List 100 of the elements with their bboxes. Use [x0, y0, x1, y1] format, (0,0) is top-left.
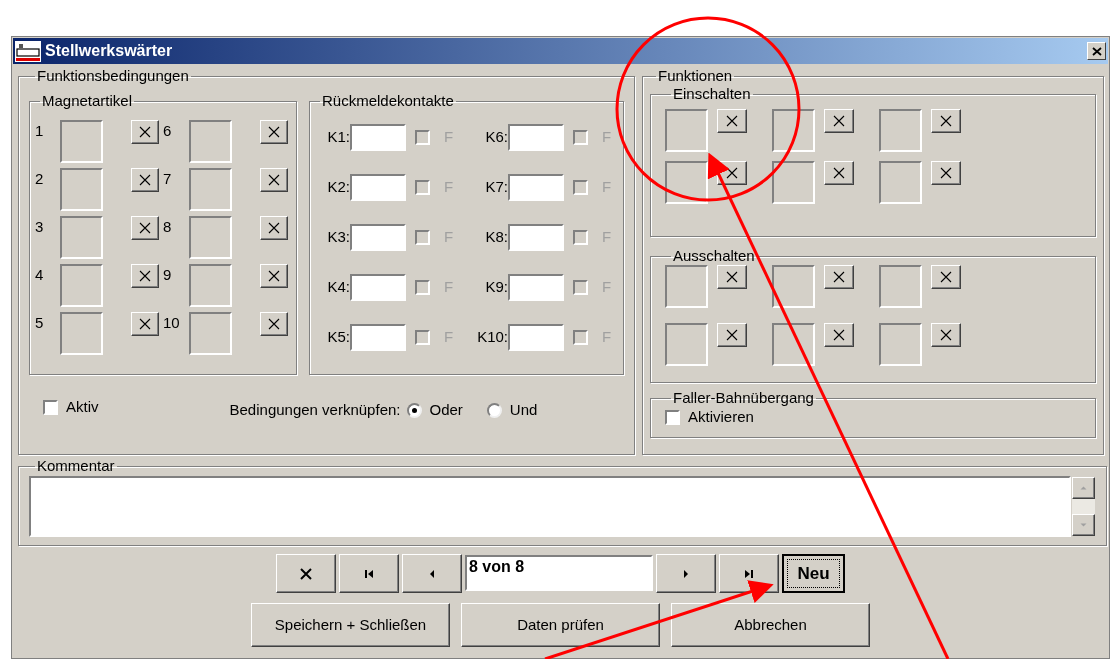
slot-box[interactable]	[772, 161, 815, 204]
contact-label: K5:	[326, 327, 350, 348]
dialog-button[interactable]: Abbrechen	[671, 603, 870, 647]
clear-button[interactable]	[131, 312, 159, 336]
slot-box[interactable]	[60, 216, 103, 259]
x-icon	[833, 329, 845, 341]
x-icon	[833, 115, 845, 127]
clear-button[interactable]	[824, 109, 854, 133]
slot-box[interactable]	[772, 109, 815, 152]
field-label: Bedingungen verknüpfen:	[229, 400, 401, 420]
clear-button[interactable]	[824, 161, 854, 185]
x-icon	[940, 329, 952, 341]
slot-box[interactable]	[189, 168, 232, 211]
contact-label: K10:	[476, 327, 508, 348]
slot-box[interactable]	[60, 312, 103, 355]
slot-box[interactable]	[772, 323, 815, 366]
last-record-button[interactable]	[719, 554, 779, 593]
contact-label: K4:	[326, 277, 350, 298]
clear-button[interactable]	[260, 264, 288, 288]
slot-box[interactable]	[665, 265, 708, 308]
item-number: 5	[34, 314, 45, 332]
next-record-button[interactable]	[656, 554, 716, 593]
clear-button[interactable]	[131, 120, 159, 144]
clear-button[interactable]	[131, 216, 159, 240]
clear-button[interactable]	[931, 161, 961, 185]
slot-box[interactable]	[879, 161, 922, 204]
contact-field[interactable]	[350, 174, 406, 201]
delete-record-button[interactable]	[276, 554, 336, 593]
item-number: 8	[163, 218, 173, 236]
slot-box[interactable]	[879, 109, 922, 152]
previous-record-button[interactable]	[402, 554, 462, 593]
up-arrow-icon	[1079, 485, 1088, 491]
slot-box[interactable]	[879, 323, 922, 366]
radio-button[interactable]	[406, 402, 422, 418]
slot-box[interactable]	[60, 120, 103, 163]
clear-button[interactable]	[824, 323, 854, 347]
scroll-up-button[interactable]	[1072, 477, 1095, 499]
slot-box[interactable]	[665, 323, 708, 366]
contact-field[interactable]	[508, 174, 564, 201]
clear-button[interactable]	[717, 109, 747, 133]
x-icon	[726, 271, 738, 283]
x-icon	[940, 167, 952, 179]
contact-label: K9:	[484, 277, 508, 298]
record-field[interactable]: 8 von 8	[465, 555, 653, 591]
clear-button[interactable]	[717, 323, 747, 347]
comment-field[interactable]	[29, 476, 1071, 537]
slot-box[interactable]	[60, 168, 103, 211]
x-icon	[833, 167, 845, 179]
dialog-button[interactable]: Daten prüfen	[461, 603, 660, 647]
contact-label: K3:	[326, 227, 350, 248]
close-button[interactable]	[1087, 42, 1106, 60]
item-number: 4	[34, 266, 45, 284]
contact-field[interactable]	[508, 324, 564, 351]
slot-box[interactable]	[189, 264, 232, 307]
clear-button[interactable]	[260, 120, 288, 144]
slot-box[interactable]	[189, 120, 232, 163]
slot-box[interactable]	[879, 265, 922, 308]
first-record-button[interactable]	[339, 554, 399, 593]
clear-button[interactable]	[717, 265, 747, 289]
contact-field[interactable]	[350, 124, 406, 151]
dialog-button[interactable]: Speichern + Schließen	[251, 603, 450, 647]
radio-label: Und	[509, 400, 538, 420]
contact-field[interactable]	[508, 224, 564, 251]
group-title: Funktionsbedingungen	[36, 67, 190, 85]
contact-field[interactable]	[508, 274, 564, 301]
clear-button[interactable]	[260, 168, 288, 192]
scrollbar[interactable]	[1071, 476, 1096, 537]
contact-field[interactable]	[350, 274, 406, 301]
radio-button[interactable]	[486, 402, 502, 418]
x-icon	[726, 329, 738, 341]
slot-box[interactable]	[60, 264, 103, 307]
clear-button[interactable]	[260, 216, 288, 240]
group-title: Faller-Bahnübergang	[672, 389, 815, 407]
contact-field[interactable]	[350, 224, 406, 251]
x-icon	[268, 222, 280, 234]
x-icon	[139, 270, 151, 282]
contact-field[interactable]	[508, 124, 564, 151]
x-icon	[299, 566, 313, 581]
new-button[interactable]: Neu	[782, 554, 845, 593]
checkbox[interactable]	[665, 409, 680, 425]
slot-box[interactable]	[189, 312, 232, 355]
x-icon	[139, 222, 151, 234]
radio-label: Oder	[429, 400, 463, 420]
slot-box[interactable]	[772, 265, 815, 308]
scroll-down-button[interactable]	[1072, 514, 1095, 536]
clear-button[interactable]	[931, 323, 961, 347]
clear-button[interactable]	[824, 265, 854, 289]
window-title: Stellwerkswärter	[45, 41, 173, 61]
clear-button[interactable]	[931, 265, 961, 289]
slot-box[interactable]	[189, 216, 232, 259]
slot-box[interactable]	[665, 161, 708, 204]
slot-box[interactable]	[665, 109, 708, 152]
clear-button[interactable]	[931, 109, 961, 133]
group-title: Rückmeldekontakte	[321, 92, 455, 110]
checkbox[interactable]	[43, 399, 58, 415]
contact-field[interactable]	[350, 324, 406, 351]
clear-button[interactable]	[131, 168, 159, 192]
clear-button[interactable]	[131, 264, 159, 288]
contact-label: K7:	[484, 177, 508, 198]
clear-button[interactable]	[260, 312, 288, 336]
